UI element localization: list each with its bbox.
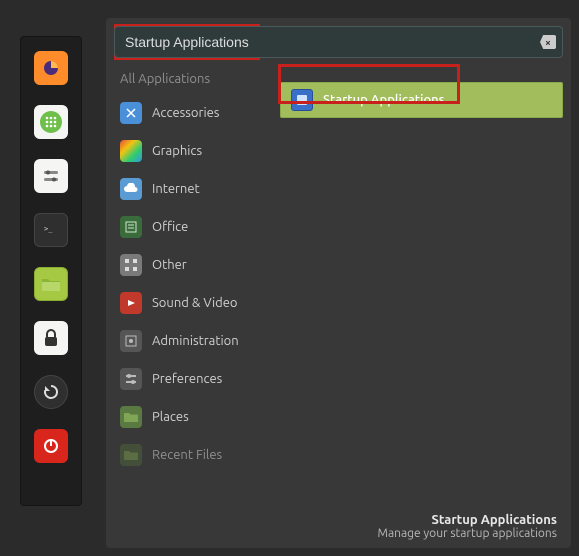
category-recent-files[interactable]: Recent Files	[114, 438, 270, 472]
category-places[interactable]: Places	[114, 400, 270, 434]
category-graphics[interactable]: Graphics	[114, 134, 270, 168]
power-icon[interactable]	[34, 429, 68, 463]
category-label: All Applications	[120, 72, 210, 86]
category-label: Preferences	[152, 372, 222, 386]
sound-video-icon	[120, 292, 142, 314]
graphics-icon	[120, 140, 142, 162]
category-other[interactable]: Other	[114, 248, 270, 282]
category-office[interactable]: Office	[114, 210, 270, 244]
launcher-dock: >_	[20, 36, 82, 506]
startup-apps-icon	[291, 89, 313, 111]
category-label: Accessories	[152, 106, 219, 120]
other-icon	[120, 254, 142, 276]
preferences-icon	[120, 368, 142, 390]
terminal-icon[interactable]: >_	[34, 213, 68, 247]
svg-text:>_: >_	[44, 225, 53, 233]
category-label: Graphics	[152, 144, 202, 158]
search-input[interactable]	[125, 34, 532, 50]
firefox-icon[interactable]	[34, 51, 68, 85]
category-administration[interactable]: Administration	[114, 324, 270, 358]
settings-icon[interactable]	[34, 159, 68, 193]
files-icon[interactable]	[34, 267, 68, 301]
apps-icon[interactable]	[34, 105, 68, 139]
lock-icon[interactable]	[34, 321, 68, 355]
category-label: Recent Files	[152, 448, 222, 462]
recent-files-icon	[120, 444, 142, 466]
category-sound-video[interactable]: Sound & Video	[114, 286, 270, 320]
category-label: Office	[152, 220, 188, 234]
category-internet[interactable]: Internet	[114, 172, 270, 206]
category-label: Places	[152, 410, 189, 424]
category-accessories[interactable]: Accessories	[114, 96, 270, 130]
category-preferences[interactable]: Preferences	[114, 362, 270, 396]
administration-icon	[120, 330, 142, 352]
category-label: Administration	[152, 334, 239, 348]
category-all-applications[interactable]: All Applications	[114, 66, 270, 92]
office-icon	[120, 216, 142, 238]
app-title: Startup Applications	[378, 513, 557, 527]
application-menu: × All Applications Accessories Graphics	[106, 18, 571, 548]
places-icon	[120, 406, 142, 428]
results-list: Startup Applications	[280, 66, 563, 540]
category-label: Internet	[152, 182, 200, 196]
internet-icon	[120, 178, 142, 200]
category-label: Other	[152, 258, 187, 272]
search-box[interactable]: ×	[114, 26, 563, 58]
app-description: Startup Applications Manage your startup…	[378, 513, 557, 540]
accessories-icon	[120, 102, 142, 124]
category-list: All Applications Accessories Graphics	[114, 66, 270, 540]
category-label: Sound & Video	[152, 296, 238, 310]
result-label: Startup Applications	[323, 93, 445, 107]
update-icon[interactable]	[34, 375, 68, 409]
clear-search-icon[interactable]: ×	[540, 35, 556, 49]
result-startup-applications[interactable]: Startup Applications	[280, 82, 563, 118]
app-subtitle: Manage your startup applications	[378, 527, 557, 540]
